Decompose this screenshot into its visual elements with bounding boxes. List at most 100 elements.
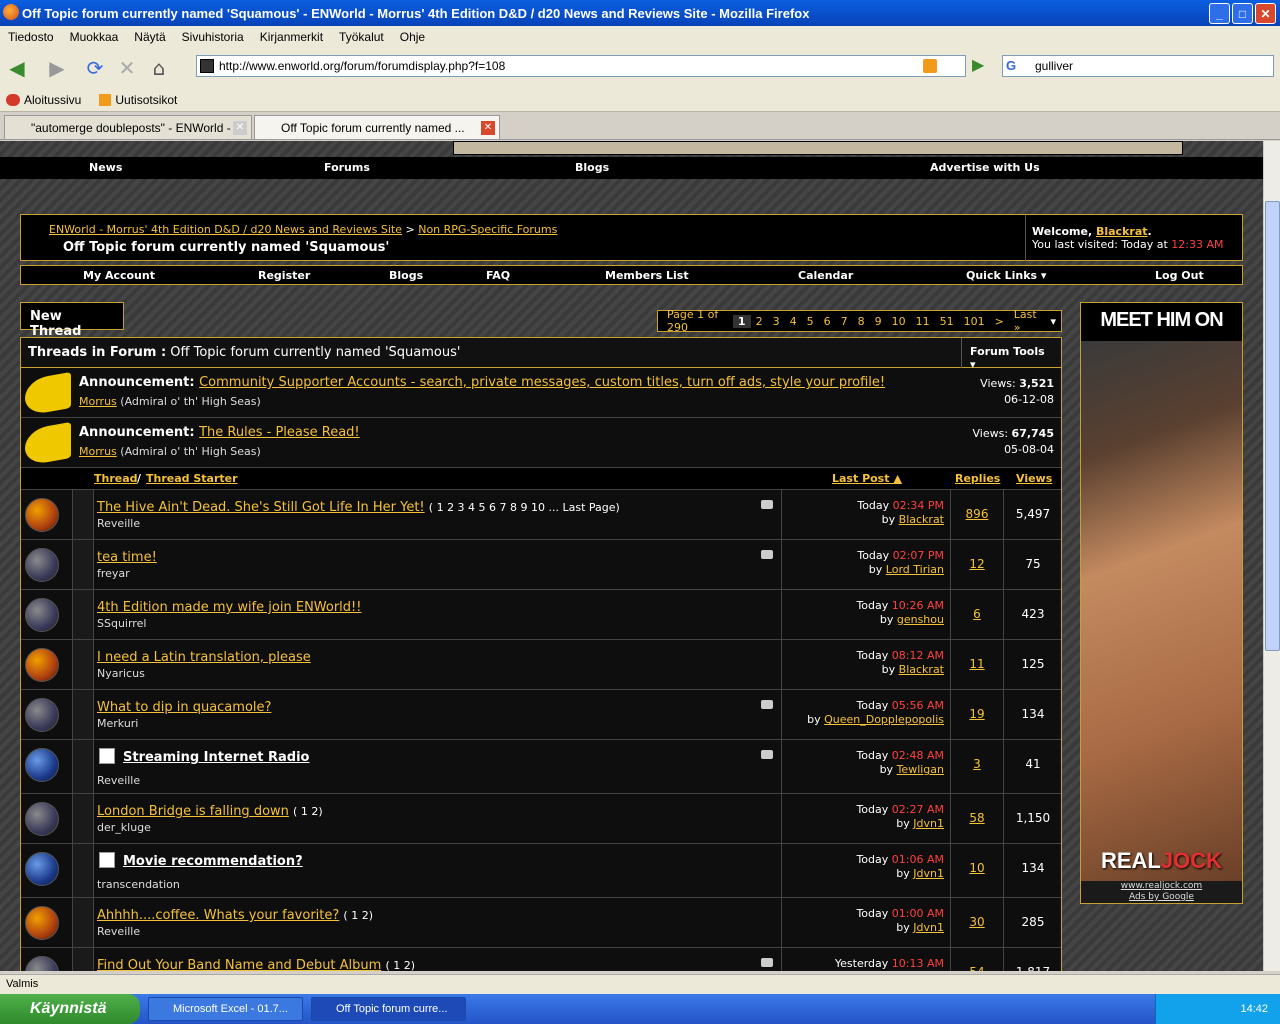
last-post-user-link[interactable]: Blackrat <box>899 663 944 676</box>
thread-starter[interactable]: SSquirrel <box>97 617 146 630</box>
page-link[interactable]: 6 <box>819 315 836 328</box>
page-link[interactable]: 11 <box>911 315 935 328</box>
google-icon[interactable]: G <box>1006 58 1022 74</box>
thread-title-link[interactable]: London Bridge is falling down <box>97 804 289 819</box>
thread-replies-link[interactable]: 11 <box>951 640 1004 689</box>
menu-file[interactable]: Tiedosto <box>8 30 54 44</box>
thread-starter[interactable]: freyar <box>97 567 130 580</box>
vertical-scrollbar[interactable] <box>1263 141 1280 971</box>
page-link[interactable]: 10 <box>887 315 911 328</box>
thread-replies-link[interactable]: 10 <box>951 844 1004 897</box>
thread-replies-link[interactable]: 19 <box>951 690 1004 739</box>
ad-url-link[interactable]: www.realjock.com <box>1121 881 1202 891</box>
rss-icon[interactable] <box>923 59 937 73</box>
thread-page-links[interactable]: ( 1 2) <box>385 959 415 971</box>
close-button[interactable]: ✕ <box>1255 3 1276 24</box>
tab-close-icon[interactable]: ✕ <box>233 121 247 135</box>
tag-icon[interactable] <box>761 700 773 709</box>
thread-title-link[interactable]: Find Out Your Band Name and Debut Album <box>97 958 381 971</box>
home-button[interactable]: ⌂ <box>146 55 172 81</box>
search-bar[interactable]: G gulliver <box>1002 55 1274 77</box>
maximize-button[interactable]: □ <box>1232 3 1253 24</box>
new-thread-button[interactable]: New Thread <box>20 302 124 339</box>
ads-by-google-link[interactable]: Ads by Google <box>1129 892 1194 902</box>
sort-lastpost-link[interactable]: Last Post ▲ <box>832 472 902 485</box>
last-post-user-link[interactable]: Blackrat <box>899 513 944 526</box>
thread-title-link[interactable]: tea time! <box>97 550 157 565</box>
page-link[interactable]: 7 <box>836 315 853 328</box>
pager-menu-icon[interactable]: ▾ <box>1045 315 1061 328</box>
last-post-user-link[interactable]: Jdvn1 <box>913 867 944 880</box>
scrollbar-thumb[interactable] <box>1265 201 1280 651</box>
menu-help[interactable]: Ohje <box>400 30 425 44</box>
thread-starter[interactable]: der_kluge <box>97 821 151 834</box>
thread-starter[interactable]: Reveille <box>97 925 140 938</box>
last-post-user-link[interactable]: Tewligan <box>897 763 944 776</box>
nav-members-list[interactable]: Members List <box>605 269 689 282</box>
last-post-user-link[interactable]: Jdvn1 <box>913 921 944 934</box>
thread-replies-link[interactable]: 3 <box>951 740 1004 793</box>
nav-calendar[interactable]: Calendar <box>798 269 853 282</box>
back-button[interactable]: ◀ <box>4 55 30 81</box>
thread-starter[interactable]: transcendation <box>97 878 180 891</box>
forward-button[interactable]: ▶ <box>44 55 70 81</box>
url-text[interactable]: http://www.enworld.org/forum/forumdispla… <box>219 59 505 73</box>
search-input[interactable]: gulliver <box>1035 59 1073 73</box>
nav-quick-links[interactable]: Quick Links ▾ <box>966 269 1046 282</box>
nav-my-account[interactable]: My Account <box>83 269 155 282</box>
tag-icon[interactable] <box>761 750 773 759</box>
page-link[interactable]: 8 <box>853 315 870 328</box>
thread-replies-link[interactable]: 54 <box>951 948 1004 971</box>
tab-close-icon[interactable]: ✕ <box>481 121 495 135</box>
nav-blogs[interactable]: Blogs <box>389 269 423 282</box>
tag-icon[interactable] <box>761 958 773 967</box>
announcement-title-link[interactable]: The Rules - Please Read! <box>199 425 360 440</box>
nav-log-out[interactable]: Log Out <box>1155 269 1204 282</box>
go-button[interactable]: ▶ <box>972 55 992 77</box>
start-button[interactable]: Käynnistä <box>0 994 140 1024</box>
topnav-news[interactable]: News <box>89 161 122 174</box>
nav-faq[interactable]: FAQ <box>486 269 510 282</box>
welcome-user-link[interactable]: Blackrat <box>1096 225 1148 238</box>
topnav-forums[interactable]: Forums <box>324 161 370 174</box>
menu-tools[interactable]: Työkalut <box>339 30 384 44</box>
thread-starter[interactable]: Merkuri <box>97 717 138 730</box>
thread-starter[interactable]: Reveille <box>97 517 140 530</box>
minimize-button[interactable]: _ <box>1209 3 1230 24</box>
page-last[interactable]: Last » <box>1009 308 1046 334</box>
breadcrumb-home-link[interactable]: ENWorld - Morrus' 4th Edition D&D / d20 … <box>49 223 402 236</box>
bookmark-news[interactable]: Uutisotsikot <box>99 93 177 107</box>
url-bar[interactable]: http://www.enworld.org/forum/forumdispla… <box>196 55 966 77</box>
page-next[interactable]: > <box>990 315 1009 328</box>
menu-view[interactable]: Näytä <box>134 30 165 44</box>
stop-button[interactable]: ✕ <box>114 55 140 81</box>
thread-title-link[interactable]: Ahhhh....coffee. Whats your favorite? <box>97 908 339 923</box>
page-link[interactable]: 3 <box>768 315 785 328</box>
tab-off-topic[interactable]: Off Topic forum currently named ... ✕ <box>254 115 500 139</box>
last-post-user-link[interactable]: Jdvn1 <box>913 817 944 830</box>
tab-automerge[interactable]: "automerge doubleposts" - ENWorld - ... … <box>4 115 252 139</box>
thread-starter[interactable]: Nyaricus <box>97 667 145 680</box>
menu-history[interactable]: Sivuhistoria <box>182 30 244 44</box>
page-link[interactable]: 101 <box>959 315 990 328</box>
sort-thread-link[interactable]: Thread <box>94 472 138 485</box>
announcement-author-link[interactable]: Morrus <box>79 445 117 458</box>
sort-views-link[interactable]: Views <box>1016 472 1052 485</box>
tag-icon[interactable] <box>761 550 773 559</box>
tag-icon[interactable] <box>761 500 773 509</box>
thread-title-link[interactable]: Movie recommendation? <box>123 854 303 869</box>
topnav-advertise[interactable]: Advertise with Us <box>930 161 1040 174</box>
nav-register[interactable]: Register <box>258 269 310 282</box>
sort-starter-link[interactable]: Thread Starter <box>146 472 238 485</box>
thread-replies-link[interactable]: 30 <box>951 898 1004 947</box>
thread-page-links[interactable]: ( 1 2) <box>293 805 323 818</box>
announcement-title-link[interactable]: Community Supporter Accounts - search, p… <box>199 375 885 390</box>
menu-edit[interactable]: Muokkaa <box>70 30 119 44</box>
page-link[interactable]: 2 <box>751 315 768 328</box>
forum-tools-menu[interactable]: Forum Tools ▾ <box>961 338 1061 371</box>
thread-title-link[interactable]: 4th Edition made my wife join ENWorld!! <box>97 600 361 615</box>
last-post-user-link[interactable]: genshou <box>897 613 944 626</box>
topnav-blogs[interactable]: Blogs <box>575 161 609 174</box>
thread-replies-link[interactable]: 12 <box>951 540 1004 589</box>
thread-title-link[interactable]: I need a Latin translation, please <box>97 650 311 665</box>
